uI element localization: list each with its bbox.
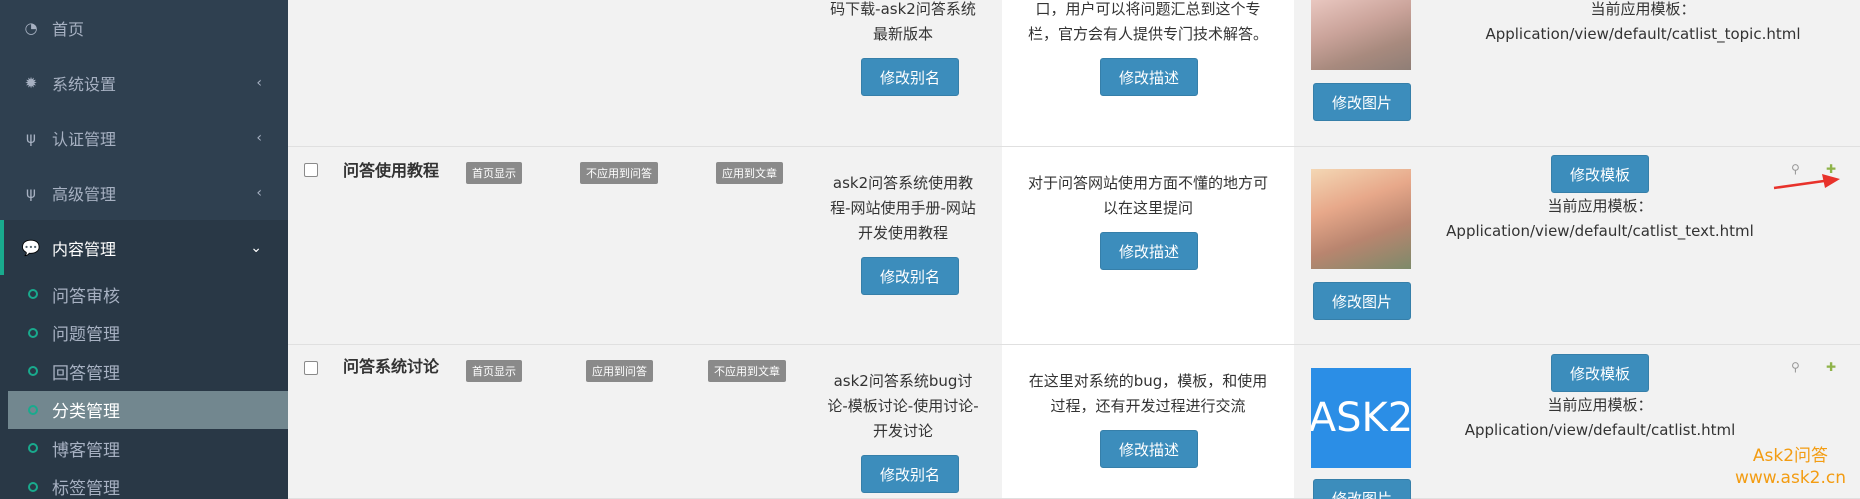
- category-image: [1311, 0, 1411, 70]
- sidebar-item-label: 认证管理: [52, 129, 117, 149]
- template-info: 当前应用模板： Application/view/default/catlist…: [1464, 396, 1736, 439]
- sidebar-item-home[interactable]: ◔ 首页: [0, 0, 288, 55]
- circle-icon: [28, 327, 38, 338]
- circle-icon: [28, 443, 38, 454]
- sidebar-item-label: 高级管理: [52, 184, 117, 204]
- status-badge: 首页显示: [466, 162, 522, 184]
- edit-image-button[interactable]: 修改图片: [1313, 479, 1411, 499]
- chevron-left-icon: ‹: [256, 74, 262, 91]
- category-name: 问答系统讨论: [342, 357, 439, 376]
- sidebar-item-label: 首页: [52, 19, 85, 39]
- row-checkbox[interactable]: [304, 163, 318, 177]
- sidebar-item-system-settings[interactable]: ✹ 系统设置 ‹: [0, 55, 288, 110]
- submenu-item-blogs[interactable]: 博客管理: [0, 429, 288, 468]
- chevron-left-icon: ‹: [256, 129, 262, 146]
- red-arrow-annotation: [1773, 174, 1840, 190]
- row-checkbox[interactable]: [304, 361, 318, 375]
- edit-alias-button[interactable]: 修改别名: [861, 257, 959, 295]
- status-badge: 应用到问答: [586, 360, 653, 382]
- status-badge: 首页显示: [466, 360, 522, 382]
- search-icon[interactable]: ⚲: [1791, 360, 1800, 374]
- alias-text: ask2问答系统使用教 程-网站使用手册-网站 开发使用教程: [830, 174, 976, 242]
- circle-icon: [28, 404, 38, 415]
- submenu-item-categories[interactable]: 分类管理: [8, 390, 288, 429]
- category-table: 码下载-ask2问答系统 最新版本 修改别名 口，用户可以将问题汇总到这个专 栏…: [288, 0, 1860, 499]
- watermark: Ask2问答 www.ask2.cn: [1734, 446, 1846, 488]
- alias-text: ask2问答系统bug讨 论-模板讨论-使用讨论- 开发讨论: [827, 372, 979, 440]
- category-image: [1311, 169, 1411, 269]
- submenu-item-tags[interactable]: 标签管理: [0, 468, 288, 499]
- submenu-item-answers[interactable]: 回答管理: [0, 352, 288, 391]
- circle-icon: [28, 289, 38, 300]
- edit-description-button[interactable]: 修改描述: [1100, 430, 1198, 468]
- submenu-item-questions[interactable]: 问题管理: [0, 314, 288, 353]
- category-image: ASK2: [1311, 368, 1411, 468]
- table-row: 问答使用教程 首页显示 不应用到问答 应用到文章 ask2问答系统使用教 程-网…: [288, 147, 1860, 345]
- edit-template-button[interactable]: 修改模板: [1551, 354, 1649, 392]
- sidebar-item-label: 系统设置: [52, 74, 117, 94]
- fork-icon: ψ: [26, 183, 36, 202]
- circle-icon: [28, 481, 38, 492]
- category-name: 问答使用教程: [342, 161, 439, 180]
- template-info: 当前应用模板： Application/view/default/catlist…: [1485, 0, 1801, 43]
- edit-description-button[interactable]: 修改描述: [1100, 232, 1198, 270]
- template-info: 当前应用模板： Application/view/default/catlist…: [1446, 197, 1754, 240]
- gear-icon: ✹: [24, 73, 38, 92]
- table-row: 问答系统讨论 首页显示 应用到问答 不应用到文章 ask2问答系统bug讨 论-…: [288, 345, 1860, 499]
- edit-image-button[interactable]: 修改图片: [1313, 282, 1411, 320]
- circle-icon: [28, 366, 38, 377]
- description-text: 口，用户可以将问题汇总到这个专 栏，官方会有人提供专门技术解答。: [1027, 0, 1268, 43]
- sidebar-item-label: 内容管理: [52, 239, 117, 259]
- status-badge: 应用到文章: [716, 162, 783, 184]
- description-text: 在这里对系统的bug，模板，和使用 过程，还有开发过程进行交流: [1028, 372, 1268, 415]
- add-subcategory-icon[interactable]: ✚: [1826, 360, 1836, 374]
- chat-icon: 💬: [21, 238, 41, 257]
- fork-icon: ψ: [26, 128, 36, 147]
- alias-text: 码下载-ask2问答系统 最新版本: [830, 0, 976, 43]
- edit-template-button[interactable]: 修改模板: [1551, 155, 1649, 193]
- edit-description-button[interactable]: 修改描述: [1100, 58, 1198, 96]
- chevron-down-icon: ⌄: [250, 239, 262, 256]
- description-text: 对于问答网站使用方面不懂的地方可 以在这里提问: [1027, 174, 1268, 217]
- edit-alias-button[interactable]: 修改别名: [861, 58, 959, 96]
- edit-image-button[interactable]: 修改图片: [1313, 83, 1411, 121]
- chevron-left-icon: ‹: [256, 184, 262, 201]
- sidebar-item-advanced[interactable]: ψ 高级管理 ‹: [0, 165, 288, 220]
- sidebar: ◔ 首页 ✹ 系统设置 ‹ ψ 认证管理 ‹ ψ 高级管理 ‹ 💬 内容管理 ⌄…: [0, 0, 288, 499]
- status-badge: 不应用到文章: [708, 360, 786, 382]
- content-submenu: 问答审核 问题管理 回答管理 分类管理 博客管理 标签管理: [0, 275, 288, 499]
- status-badge: 不应用到问答: [580, 162, 658, 184]
- sidebar-item-auth[interactable]: ψ 认证管理 ‹: [0, 110, 288, 165]
- table-row: 码下载-ask2问答系统 最新版本 修改别名 口，用户可以将问题汇总到这个专 栏…: [288, 0, 1860, 147]
- sidebar-item-content[interactable]: 💬 内容管理 ⌄: [0, 220, 288, 275]
- description-cell: [1002, 345, 1294, 498]
- edit-alias-button[interactable]: 修改别名: [861, 455, 959, 493]
- dashboard-icon: ◔: [24, 18, 38, 37]
- submenu-item-qa-review[interactable]: 问答审核: [0, 275, 288, 314]
